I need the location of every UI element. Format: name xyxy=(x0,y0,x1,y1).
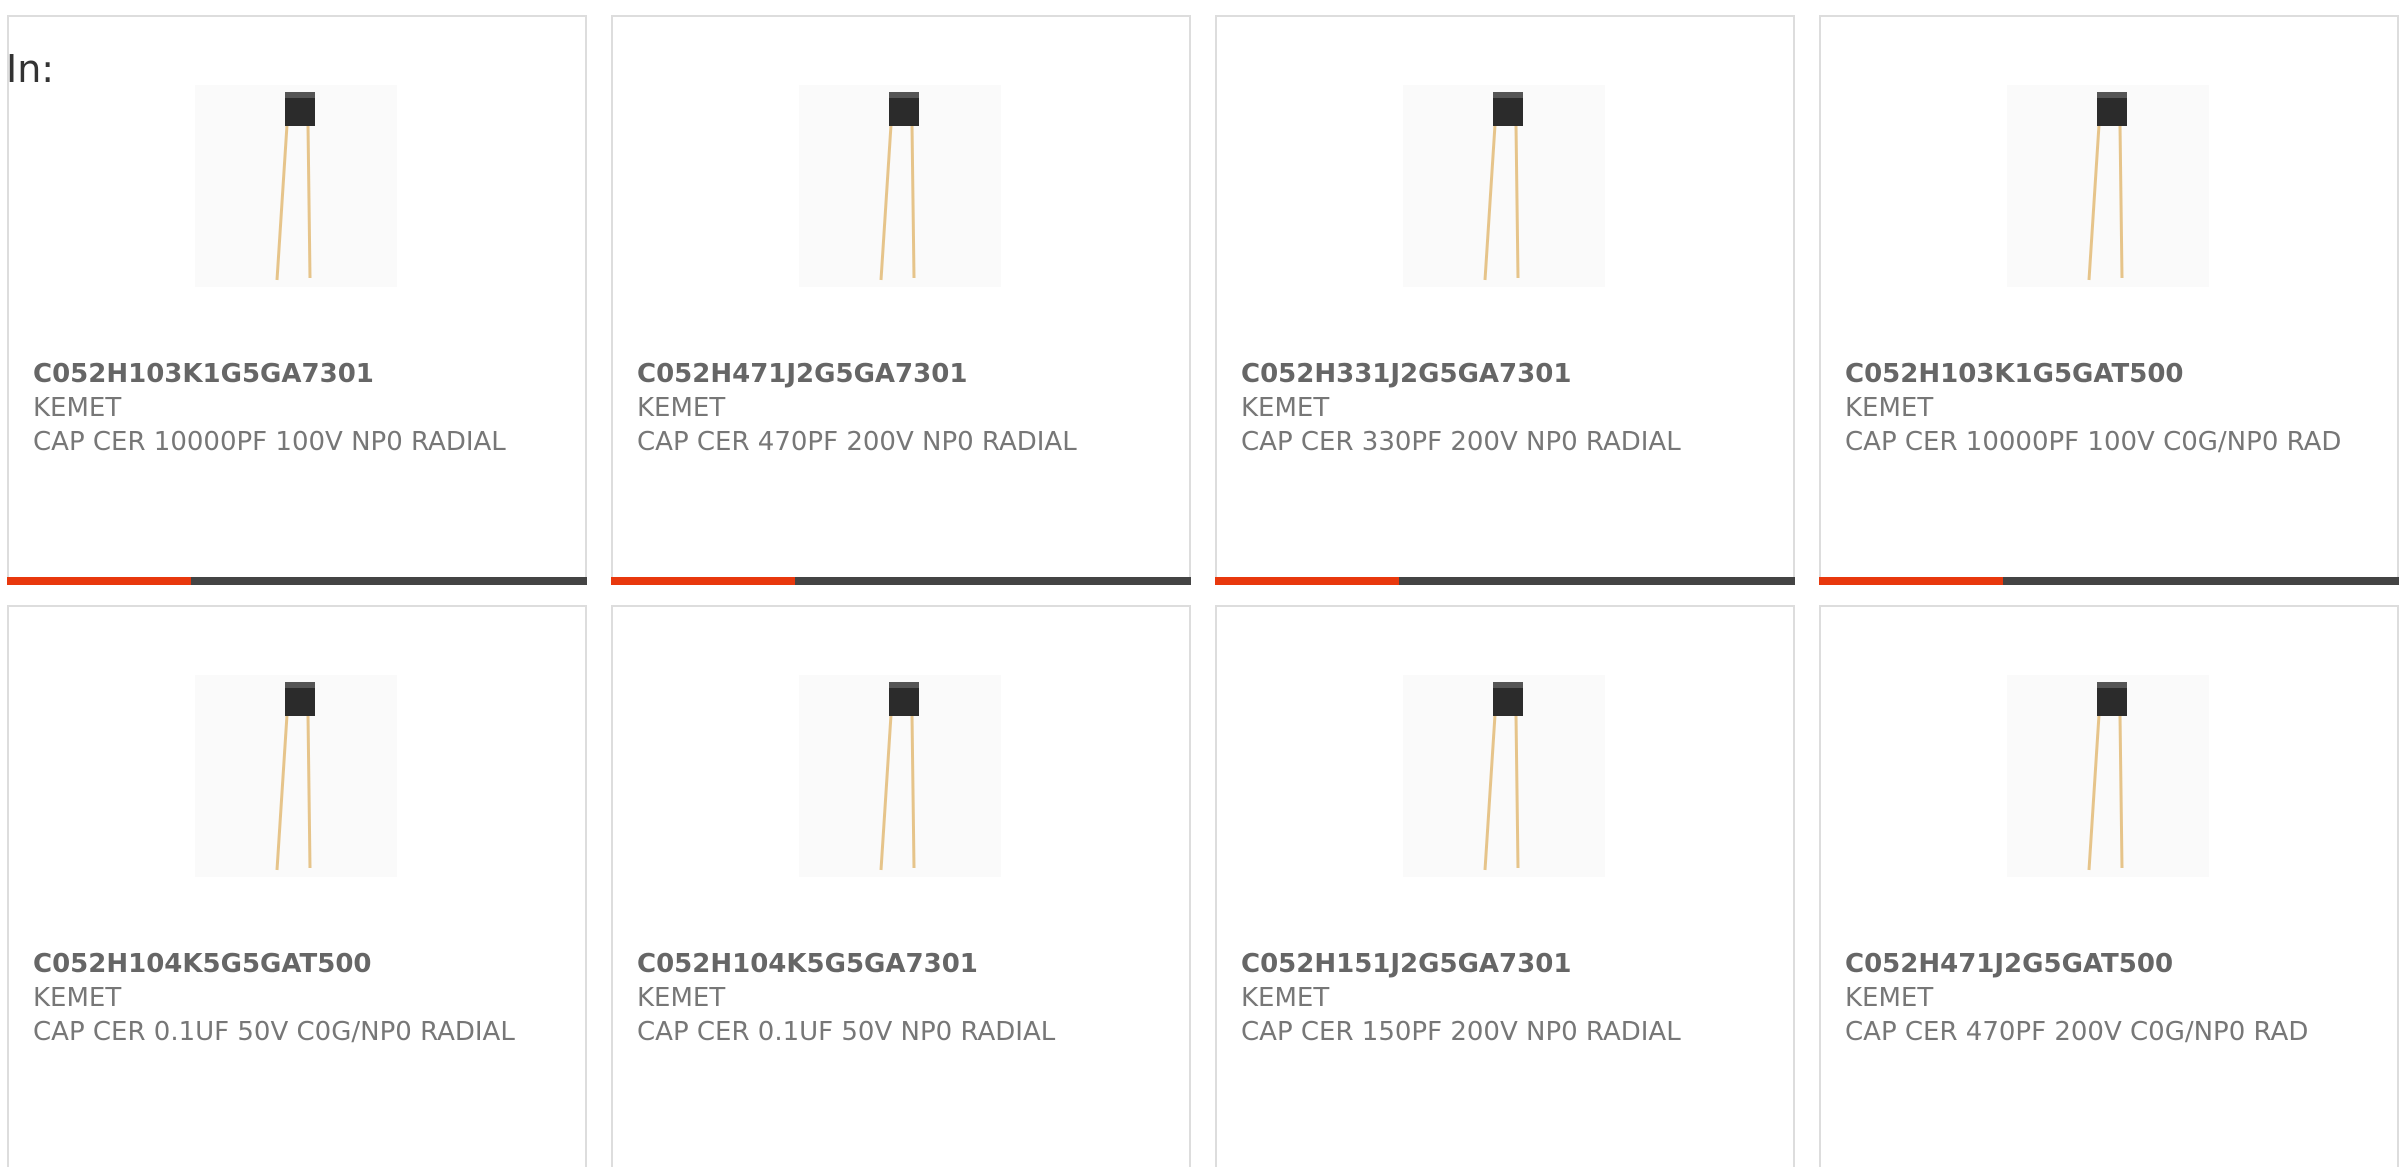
part-number-link[interactable]: C052H103K1G5GAT500 xyxy=(1845,357,2377,391)
radial-capacitor-icon xyxy=(195,85,397,287)
product-image[interactable] xyxy=(2007,675,2209,877)
product-info: C052H151J2G5GA7301 KEMET CAP CER 150PF 2… xyxy=(1241,947,1773,1049)
part-number-link[interactable]: C052H104K5G5GA7301 xyxy=(637,947,1169,981)
radial-capacitor-icon xyxy=(195,675,397,877)
product-info: C052H104K5G5GAT500 KEMET CAP CER 0.1UF 5… xyxy=(33,947,565,1049)
product-info: C052H103K1G5GAT500 KEMET CAP CER 10000PF… xyxy=(1845,357,2377,459)
product-info: C052H471J2G5GAT500 KEMET CAP CER 470PF 2… xyxy=(1845,947,2377,1049)
part-number-link[interactable]: C052H331J2G5GA7301 xyxy=(1241,357,1773,391)
part-number-link[interactable]: C052H103K1G5GA7301 xyxy=(33,357,565,391)
product-card[interactable]: C052H471J2G5GAT500 KEMET CAP CER 470PF 2… xyxy=(1819,605,2399,1167)
product-card[interactable]: C052H104K5G5GA7301 KEMET CAP CER 0.1UF 5… xyxy=(611,605,1191,1167)
product-image[interactable] xyxy=(799,85,1001,287)
manufacturer: KEMET xyxy=(1241,393,1330,423)
product-description: CAP CER 470PF 200V NP0 RADIAL xyxy=(637,427,1077,457)
product-image[interactable] xyxy=(195,85,397,287)
part-number-link[interactable]: C052H471J2G5GA7301 xyxy=(637,357,1169,391)
card-accent-bar xyxy=(1215,577,1399,585)
product-info: C052H103K1G5GA7301 KEMET CAP CER 10000PF… xyxy=(33,357,565,459)
product-grid-row-2: C052H104K5G5GAT500 KEMET CAP CER 0.1UF 5… xyxy=(7,605,2399,1167)
product-grid: C052H103K1G5GA7301 KEMET CAP CER 10000PF… xyxy=(7,15,2399,585)
product-info: C052H331J2G5GA7301 KEMET CAP CER 330PF 2… xyxy=(1241,357,1773,459)
product-info: C052H471J2G5GA7301 KEMET CAP CER 470PF 2… xyxy=(637,357,1169,459)
product-image[interactable] xyxy=(1403,675,1605,877)
product-results-page: In: C052H103K1G5GA7301 KEMET CAP CER 100… xyxy=(0,0,2400,1167)
product-card[interactable]: C052H471J2G5GA7301 KEMET CAP CER 470PF 2… xyxy=(611,15,1191,585)
manufacturer: KEMET xyxy=(637,393,726,423)
card-bottom-bar xyxy=(7,577,587,585)
card-bottom-bar xyxy=(1819,577,2399,585)
product-description: CAP CER 0.1UF 50V NP0 RADIAL xyxy=(637,1017,1056,1047)
product-card[interactable]: C052H103K1G5GAT500 KEMET CAP CER 10000PF… xyxy=(1819,15,2399,585)
card-accent-bar xyxy=(7,577,191,585)
product-card[interactable]: C052H103K1G5GA7301 KEMET CAP CER 10000PF… xyxy=(7,15,587,585)
manufacturer: KEMET xyxy=(33,983,122,1013)
card-bottom-bar xyxy=(1215,577,1795,585)
product-description: CAP CER 330PF 200V NP0 RADIAL xyxy=(1241,427,1681,457)
manufacturer: KEMET xyxy=(637,983,726,1013)
radial-capacitor-icon xyxy=(1403,85,1605,287)
radial-capacitor-icon xyxy=(2007,85,2209,287)
card-accent-bar xyxy=(611,577,795,585)
product-image[interactable] xyxy=(799,675,1001,877)
product-description: CAP CER 10000PF 100V NP0 RADIAL xyxy=(33,427,506,457)
radial-capacitor-icon xyxy=(799,675,1001,877)
product-card[interactable]: C052H104K5G5GAT500 KEMET CAP CER 0.1UF 5… xyxy=(7,605,587,1167)
radial-capacitor-icon xyxy=(1403,675,1605,877)
product-card[interactable]: C052H331J2G5GA7301 KEMET CAP CER 330PF 2… xyxy=(1215,15,1795,585)
product-image[interactable] xyxy=(195,675,397,877)
product-image[interactable] xyxy=(2007,85,2209,287)
manufacturer: KEMET xyxy=(1241,983,1330,1013)
manufacturer: KEMET xyxy=(1845,983,1934,1013)
product-image[interactable] xyxy=(1403,85,1605,287)
part-number-link[interactable]: C052H151J2G5GA7301 xyxy=(1241,947,1773,981)
product-description: CAP CER 0.1UF 50V C0G/NP0 RADIAL xyxy=(33,1017,515,1047)
product-card[interactable]: C052H151J2G5GA7301 KEMET CAP CER 150PF 2… xyxy=(1215,605,1795,1167)
manufacturer: KEMET xyxy=(33,393,122,423)
part-number-link[interactable]: C052H104K5G5GAT500 xyxy=(33,947,565,981)
card-accent-bar xyxy=(1819,577,2003,585)
manufacturer: KEMET xyxy=(1845,393,1934,423)
radial-capacitor-icon xyxy=(799,85,1001,287)
product-description: CAP CER 10000PF 100V C0G/NP0 RAD xyxy=(1845,427,2342,457)
product-info: C052H104K5G5GA7301 KEMET CAP CER 0.1UF 5… xyxy=(637,947,1169,1049)
part-number-link[interactable]: C052H471J2G5GAT500 xyxy=(1845,947,2377,981)
card-bottom-bar xyxy=(611,577,1191,585)
in-label: In: xyxy=(6,47,55,91)
product-description: CAP CER 150PF 200V NP0 RADIAL xyxy=(1241,1017,1681,1047)
radial-capacitor-icon xyxy=(2007,675,2209,877)
product-description: CAP CER 470PF 200V C0G/NP0 RAD xyxy=(1845,1017,2309,1047)
